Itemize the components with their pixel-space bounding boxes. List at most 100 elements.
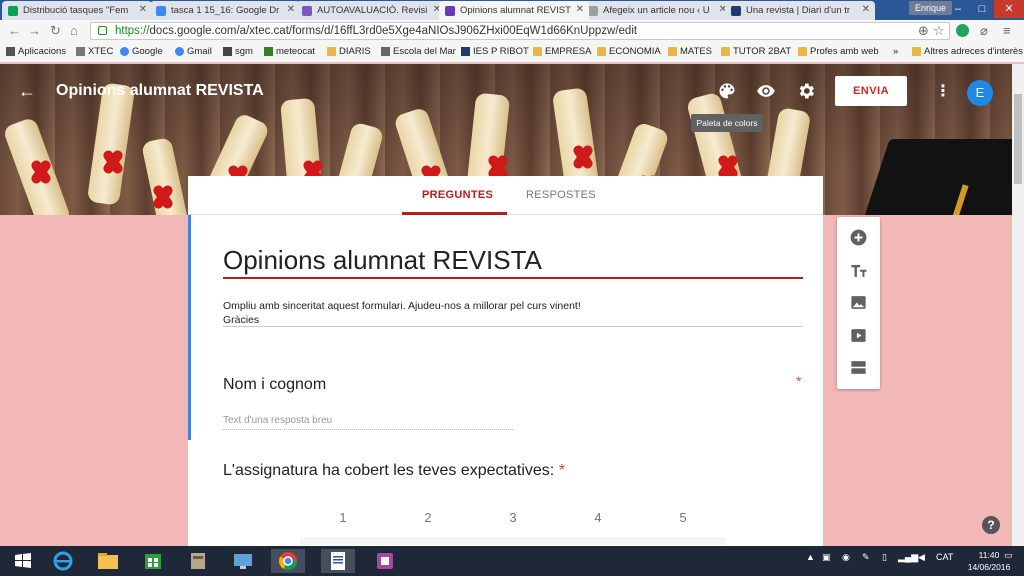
clock-date: 14/06/2016	[967, 562, 1011, 572]
notifications-icon[interactable]: ▭	[1004, 550, 1013, 561]
bookmark-item[interactable]: Google	[120, 46, 163, 57]
bookmark-item[interactable]: sgm	[223, 46, 253, 57]
chrome-icon[interactable]	[271, 549, 305, 573]
x-icon	[461, 47, 470, 56]
form-title-field[interactable]: Opinions alumnat REVISTA	[223, 245, 542, 276]
bookmark-folder[interactable]: DIARIS	[327, 46, 371, 57]
url-text: docs.google.com/a/xtec.cat/forms/d/16ffL…	[149, 25, 638, 37]
tab-title: AUTOAVALUACIÓ. Revisi	[317, 5, 428, 16]
bookmark-apps[interactable]: Aplicacions	[6, 46, 66, 57]
question-title[interactable]: Nom i cognom	[223, 376, 326, 394]
bookmark-item[interactable]: XTEC	[76, 46, 113, 57]
zoom-icon[interactable]: ⊕	[918, 23, 929, 39]
windows-start-icon[interactable]	[6, 549, 40, 573]
bookmark-folder[interactable]: MATES	[668, 46, 712, 57]
ribbon-bow	[28, 159, 54, 185]
palette-icon[interactable]	[717, 81, 737, 101]
app-icon[interactable]	[181, 549, 215, 573]
add-section-icon[interactable]	[849, 358, 868, 377]
forward-arrow-icon[interactable]: →	[28, 23, 41, 38]
input-language[interactable]: CAT	[936, 552, 953, 562]
back-arrow-icon[interactable]: ←	[8, 23, 21, 38]
browser-tab-strip: Distribució tasques "Fem ✕ tasca 1 15_16…	[0, 0, 1024, 20]
menu-icon[interactable]: ≡	[1003, 23, 1011, 38]
maximize-icon[interactable]: □	[970, 0, 994, 18]
extension-icon[interactable]	[956, 24, 969, 37]
browser-tab-active[interactable]: Opinions alumnat REVIST ✕	[439, 1, 589, 20]
bookmark-item[interactable]: IES P RIBOT	[461, 46, 529, 57]
bookmark-folder[interactable]: ECONOMIA	[597, 46, 661, 57]
bookmarks-bar: Aplicacions XTEC Google Gmail sgm meteoc…	[0, 42, 1024, 63]
back-arrow-icon[interactable]: ←	[18, 81, 36, 102]
help-button[interactable]: ?	[982, 516, 1000, 534]
bookmark-item[interactable]: Gmail	[175, 46, 212, 57]
bookmark-folder[interactable]: EMPRESA	[533, 46, 591, 57]
minimize-icon[interactable]: –	[946, 0, 970, 18]
folder-icon	[912, 47, 921, 56]
tab-title: Distribució tasques "Fem	[23, 5, 129, 16]
wifi-signal-icon[interactable]: ▂▄▆	[898, 552, 918, 563]
browser-tab[interactable]: Afegeix un article nou ‹ U ✕	[582, 1, 732, 20]
internet-explorer-icon[interactable]	[46, 549, 80, 573]
word-document-icon[interactable]	[321, 549, 355, 573]
add-title-icon[interactable]	[849, 261, 868, 280]
add-question-icon[interactable]	[849, 228, 868, 247]
add-video-icon[interactable]	[849, 326, 868, 345]
browser-tab[interactable]: AUTOAVALUACIÓ. Revisi ✕	[296, 1, 446, 20]
meteocat-icon	[264, 47, 273, 56]
remote-desktop-icon[interactable]	[226, 549, 260, 573]
battery-icon[interactable]: ▯	[882, 552, 887, 563]
diploma-scroll	[86, 82, 136, 206]
onenote-icon[interactable]	[368, 549, 402, 573]
form-description-field[interactable]: Ompliu amb sinceritat aquest formulari. …	[223, 299, 803, 327]
more-vert-icon[interactable]: ⋮	[935, 81, 951, 101]
avatar[interactable]: E	[967, 80, 993, 106]
graduation-cap	[860, 139, 1024, 215]
reload-icon[interactable]: ↻	[50, 23, 61, 39]
address-bar[interactable]: https://docs.google.com/a/xtec.cat/forms…	[90, 22, 950, 40]
settings-gear-icon[interactable]	[796, 81, 816, 101]
scrollbar-thumb[interactable]	[1014, 94, 1022, 184]
bookmark-item[interactable]: Escola del Mar	[381, 46, 456, 57]
home-icon[interactable]: ⌂	[70, 23, 78, 38]
browser-tab[interactable]: Una revista | Diari d'un tr ✕	[725, 1, 875, 20]
close-tab-icon[interactable]: ✕	[287, 4, 295, 15]
question-title[interactable]: L'assignatura ha cobert les teves expect…	[223, 462, 565, 480]
tab-questions[interactable]: PREGUNTES	[422, 189, 493, 201]
browser-tab[interactable]: tasca 1 15_16: Google Dr ✕	[150, 1, 300, 20]
window-controls: – □ ✕	[946, 0, 1024, 18]
google-icon	[120, 47, 129, 56]
tab-responses[interactable]: RESPOSTES	[526, 189, 596, 201]
bookmark-item[interactable]: meteocat	[264, 46, 315, 57]
bookmark-star-icon[interactable]: ☆	[933, 23, 945, 39]
required-asterisk: *	[558, 462, 565, 479]
send-button[interactable]: ENVIA	[835, 76, 907, 106]
store-icon[interactable]	[136, 549, 170, 573]
tray-expand-icon[interactable]: ▲	[806, 552, 815, 562]
vertical-scrollbar[interactable]	[1012, 64, 1024, 546]
folder-icon	[597, 47, 606, 56]
volume-icon[interactable]: ◀	[918, 552, 925, 563]
side-toolbar	[837, 217, 880, 389]
tray-app-icon[interactable]: ✎	[862, 552, 870, 563]
bookmark-folder[interactable]: Profes amb web	[798, 46, 879, 57]
preview-eye-icon[interactable]	[756, 81, 776, 101]
window-close-icon[interactable]: ✕	[994, 0, 1024, 18]
close-tab-icon[interactable]: ✕	[576, 4, 584, 15]
ribbon-bow	[570, 144, 596, 170]
title-underline	[223, 277, 803, 279]
tray-app-icon[interactable]: ◉	[842, 552, 850, 563]
bookmark-folder[interactable]: TUTOR 2BAT	[721, 46, 791, 57]
file-explorer-icon[interactable]	[91, 549, 125, 573]
tray-app-icon[interactable]: ▣	[822, 552, 831, 563]
close-tab-icon[interactable]: ✕	[862, 4, 870, 15]
form-editor-card: Opinions alumnat REVISTA Ompliu amb sinc…	[188, 215, 823, 576]
browser-tab[interactable]: Distribució tasques "Fem ✕	[2, 1, 152, 20]
tab-title: tasca 1 15_16: Google Dr	[171, 5, 280, 16]
bookmarks-more[interactable]: »	[893, 46, 898, 57]
extension-icon[interactable]: ⌀	[980, 23, 988, 39]
add-image-icon[interactable]	[849, 293, 868, 312]
close-tab-icon[interactable]: ✕	[139, 4, 147, 15]
other-bookmarks[interactable]: Altres adreces d'interès	[912, 46, 1023, 57]
browser-toolbar: ← → ↻ ⌂ https://docs.google.com/a/xtec.c…	[0, 20, 1024, 42]
